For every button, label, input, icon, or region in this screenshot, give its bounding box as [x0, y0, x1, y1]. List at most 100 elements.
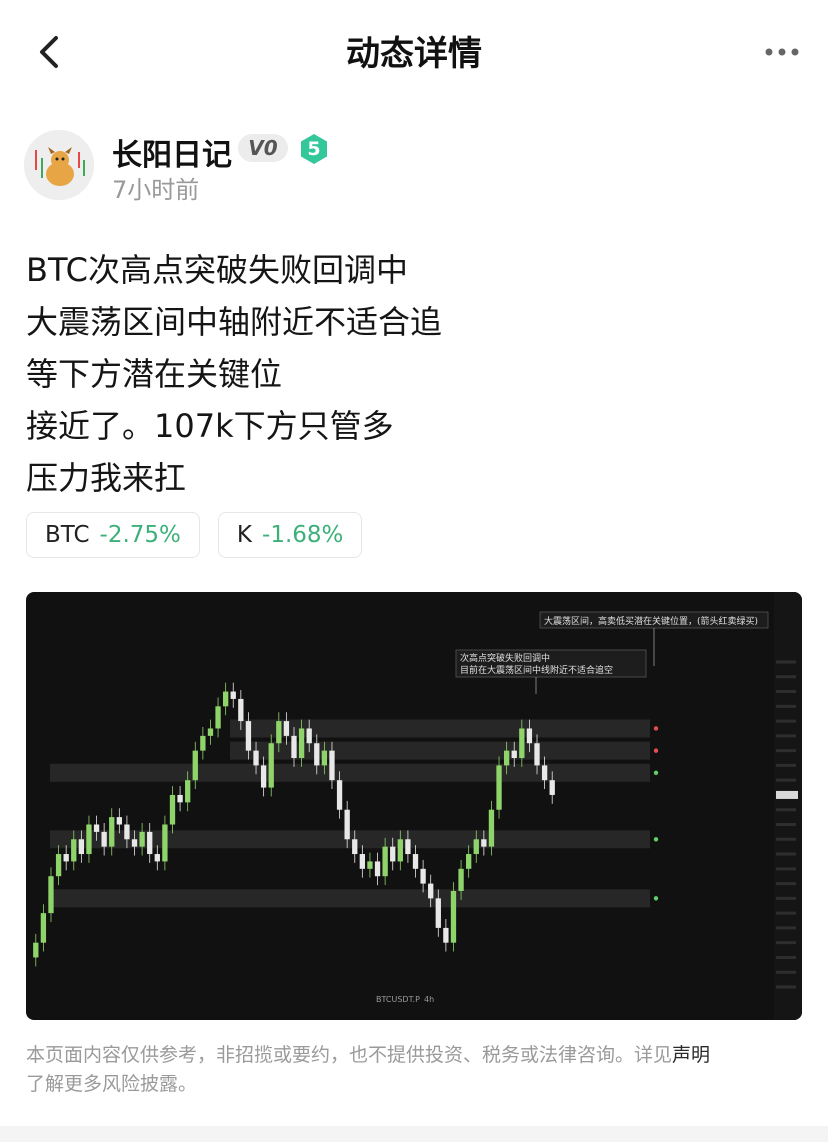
candle-body	[519, 728, 525, 759]
post-line: 等下方潜在关键位	[26, 355, 283, 393]
candle-body	[78, 839, 85, 855]
vip-badge: V0	[238, 134, 288, 162]
ticker-change: -1.68%	[262, 522, 344, 548]
zone-band	[50, 763, 650, 782]
chart-annotation-mid-2: 目前在大震荡区间中线附近不适合追空	[460, 664, 613, 676]
ticker-chip-k[interactable]: K -1.68%	[217, 512, 363, 558]
price-chart: 大震荡区间，高卖低买潜在关键位置，(箭头红卖绿买) 次高点突破失败回调中 目前在…	[33, 592, 802, 1020]
disclaimer-text: 本页面内容仅供参考，非招揽或要约，也不提供投资、税务或法律咨询。详见	[26, 1044, 673, 1066]
candle-body	[314, 743, 320, 766]
post-line: 大震荡区间中轴附近不适合追	[26, 303, 443, 341]
candle-body	[534, 743, 540, 766]
sell-marker	[653, 726, 659, 731]
candle-body	[139, 831, 145, 847]
candle-body	[466, 854, 472, 869]
ticker-list: BTC -2.75% K -1.68%	[26, 512, 363, 558]
current-price-marker	[776, 790, 798, 799]
zone-band	[50, 889, 650, 908]
candle-body	[420, 868, 426, 884]
candle-body	[541, 765, 548, 781]
avatar-cartoon-icon	[24, 130, 94, 200]
top-bar: 动态详情	[0, 0, 828, 104]
candle-body	[124, 824, 130, 840]
candle-body	[526, 728, 533, 744]
candle-body	[245, 721, 252, 751]
candle-body	[109, 817, 115, 847]
candle-body	[33, 942, 39, 958]
ticker-chip-btc[interactable]: BTC -2.75%	[26, 512, 200, 558]
candle-body	[367, 861, 373, 869]
candle-body	[147, 831, 153, 855]
candle-body	[55, 854, 62, 877]
candle-body	[93, 824, 100, 832]
candle-body	[390, 846, 396, 862]
post-line: 接近了。107k下方只管多	[26, 407, 394, 445]
ticker-change: -2.75%	[99, 522, 181, 548]
candle-body	[116, 817, 122, 825]
candle-body	[222, 691, 229, 707]
statement-link[interactable]: 声明	[672, 1044, 710, 1066]
candle-body	[374, 861, 381, 877]
candle-body	[253, 750, 259, 766]
candle-body	[86, 824, 92, 855]
candle-body	[443, 927, 449, 943]
page-title: 动态详情	[346, 34, 482, 74]
candle-body	[238, 698, 244, 722]
chart-annotation-mid-1: 次高点突破失败回调中	[460, 652, 550, 664]
candle-body	[412, 854, 419, 869]
post-body: BTC次高点突破失败回调中 大震荡区间中轴附近不适合追 等下方潜在关键位 接近了…	[26, 244, 442, 504]
more-dots-icon[interactable]	[764, 38, 800, 66]
candle-body	[169, 794, 176, 825]
disclaimer-text-2: 了解更多风险披露。	[26, 1073, 198, 1095]
candle-body	[428, 883, 434, 899]
post-line: 压力我来扛	[26, 459, 187, 497]
zone-band	[230, 719, 650, 738]
candle-body	[473, 839, 479, 855]
level-number: 5	[307, 138, 321, 160]
candle-body	[488, 809, 495, 847]
candle-body	[162, 824, 168, 862]
candle-body	[260, 765, 267, 788]
candle-body	[131, 839, 138, 847]
author-name[interactable]: 长阳日记	[112, 130, 232, 174]
candle-body	[306, 728, 312, 744]
candle-body	[511, 750, 517, 759]
candle-body	[496, 765, 502, 810]
candle-body	[48, 876, 54, 914]
candle-body	[215, 706, 221, 729]
candle-body	[352, 839, 358, 855]
ticker-symbol: BTC	[45, 522, 90, 548]
chart-annotation-top: 大震荡区间，高卖低买潜在关键位置，(箭头红卖绿买)	[544, 615, 758, 627]
candle-body	[458, 868, 464, 891]
candle-body	[382, 846, 388, 877]
chart-image[interactable]: 大震荡区间，高卖低买潜在关键位置，(箭头红卖绿买) 次高点突破失败回调中 目前在…	[26, 592, 802, 1020]
candle-body	[185, 780, 191, 803]
candle-body	[481, 839, 487, 847]
candle-body	[200, 735, 206, 751]
candle-body	[207, 728, 214, 736]
candle-body	[230, 691, 236, 699]
candle-body	[268, 743, 274, 788]
buy-marker	[653, 770, 659, 775]
bottom-strip	[0, 1126, 828, 1142]
avatar[interactable]	[24, 130, 94, 200]
candle-body	[503, 750, 510, 766]
candle-body	[192, 750, 198, 781]
candle-body	[359, 854, 366, 869]
chart-interval-label: 4h	[424, 995, 434, 1004]
buy-marker	[653, 896, 659, 901]
chart-symbol-label: BTCUSDT.P	[376, 995, 420, 1004]
candle-body	[336, 780, 343, 810]
candle-body	[549, 780, 555, 795]
disclaimer: 本页面内容仅供参考，非招揽或要约，也不提供投资、税务或法律咨询。详见声明 了解更…	[26, 1041, 806, 1099]
candle-body	[291, 735, 297, 759]
candle-body	[276, 721, 282, 744]
buy-marker	[653, 837, 659, 842]
candle-body	[154, 854, 160, 862]
candle-body	[344, 809, 350, 840]
post-time: 7小时前	[112, 176, 200, 204]
candle-body	[63, 854, 69, 862]
candle-body	[40, 913, 47, 943]
candle-body	[283, 721, 290, 736]
candle-body	[397, 839, 403, 862]
